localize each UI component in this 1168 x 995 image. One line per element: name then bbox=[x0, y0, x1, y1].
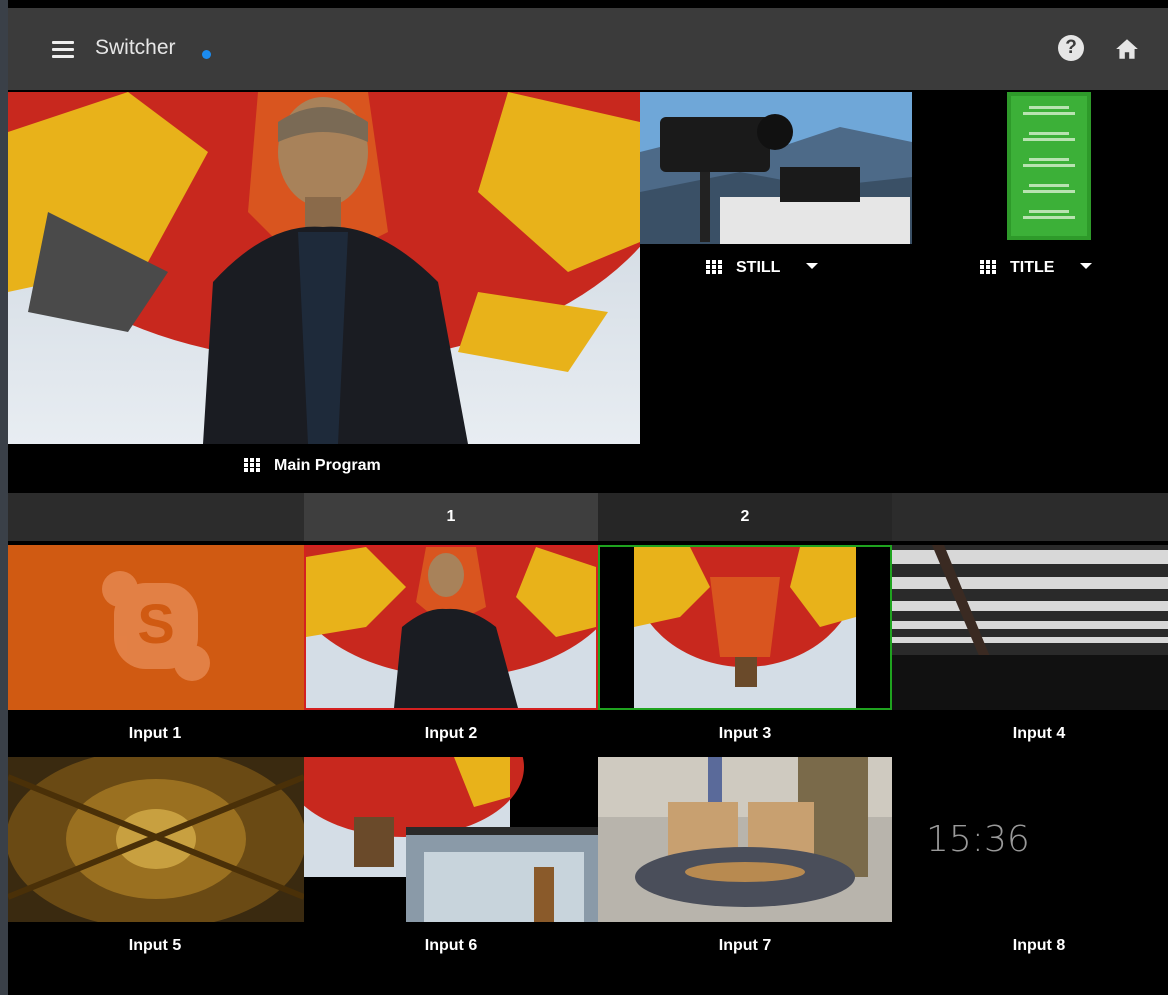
input-page-tabs: 1 2 bbox=[8, 493, 1168, 541]
still-label: STILL bbox=[736, 259, 781, 276]
top-app-bar: Switcher ? bbox=[8, 8, 1168, 90]
input-5-label: Input 5 bbox=[128, 937, 182, 954]
multiview-grid-icon[interactable] bbox=[980, 260, 996, 274]
input-7-thumbnail bbox=[598, 757, 892, 922]
hamburger-menu-icon[interactable] bbox=[52, 41, 74, 59]
input-1-label: Input 1 bbox=[128, 725, 182, 742]
input-1-tile[interactable]: S bbox=[8, 545, 304, 710]
main-program-caption[interactable]: Main Program bbox=[244, 457, 544, 475]
input-4-tile[interactable] bbox=[892, 545, 1168, 710]
chevron-down-icon[interactable] bbox=[806, 263, 819, 269]
input-7-tile[interactable] bbox=[598, 757, 892, 922]
svg-text:S: S bbox=[137, 592, 174, 655]
still-caption[interactable]: STILL bbox=[706, 259, 906, 277]
chevron-down-icon[interactable] bbox=[1080, 263, 1093, 269]
input-4-thumbnail bbox=[892, 545, 1168, 710]
tab-2[interactable]: 2 bbox=[598, 493, 892, 541]
input-2-thumbnail bbox=[306, 547, 596, 708]
title-caption[interactable]: TITLE bbox=[980, 259, 1160, 277]
input-6-thumbnail bbox=[304, 757, 598, 922]
input-4-label: Input 4 bbox=[1012, 725, 1066, 742]
main-program-thumbnail bbox=[8, 92, 640, 444]
multiview-grid-icon[interactable] bbox=[706, 260, 722, 274]
title-preview[interactable] bbox=[1007, 92, 1091, 240]
title-label: TITLE bbox=[1010, 259, 1055, 276]
input-3-tile[interactable] bbox=[598, 545, 892, 710]
main-program-video[interactable] bbox=[8, 92, 640, 444]
status-dot bbox=[202, 50, 211, 59]
still-thumbnail bbox=[640, 92, 912, 244]
input-8-label: Input 8 bbox=[1012, 937, 1066, 954]
still-preview[interactable] bbox=[640, 92, 912, 244]
input-6-tile[interactable] bbox=[304, 757, 598, 922]
input-2-tile[interactable] bbox=[304, 545, 598, 710]
window-edge bbox=[0, 0, 8, 995]
tab-1[interactable]: 1 bbox=[304, 493, 598, 541]
home-icon[interactable] bbox=[1114, 36, 1140, 62]
help-icon[interactable]: ? bbox=[1058, 35, 1084, 61]
multiview-grid-icon[interactable] bbox=[244, 458, 260, 472]
main-program-label: Main Program bbox=[274, 457, 381, 474]
input-7-label: Input 7 bbox=[718, 937, 772, 954]
input-8-tile[interactable]: 15:36 bbox=[892, 757, 1168, 922]
input-2-label: Input 2 bbox=[424, 725, 478, 742]
input-3-thumbnail bbox=[600, 547, 890, 708]
tab-label: 2 bbox=[740, 508, 750, 525]
input-5-thumbnail bbox=[8, 757, 304, 922]
input-5-tile[interactable] bbox=[8, 757, 304, 922]
skype-icon: S bbox=[102, 571, 210, 681]
tab-label: 1 bbox=[446, 508, 456, 525]
title-thumbnail bbox=[1007, 92, 1091, 240]
clock-display: 15:36 bbox=[926, 819, 1030, 860]
app-title: Switcher bbox=[95, 36, 176, 59]
input-6-label: Input 6 bbox=[424, 937, 478, 954]
input-3-label: Input 3 bbox=[718, 725, 772, 742]
